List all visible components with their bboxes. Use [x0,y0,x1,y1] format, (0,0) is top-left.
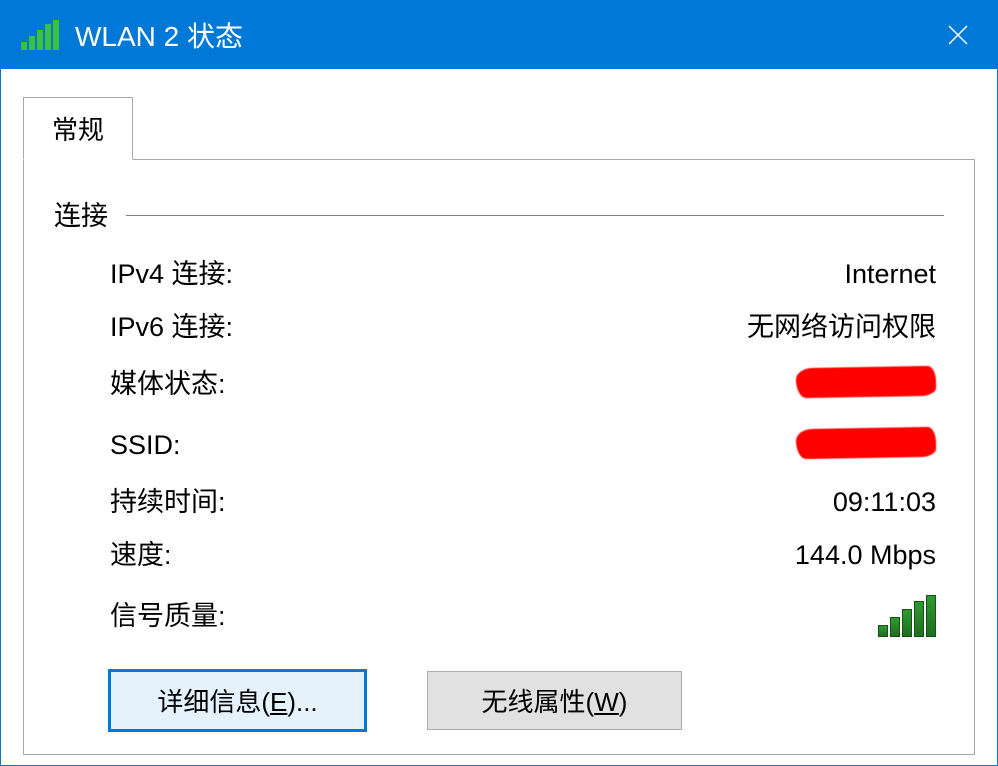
tab-area: 常规 连接 IPv4 连接: Internet IPv6 连接: 无网络访问权限 [23,97,975,755]
button-row: 详细信息(E)... 无线属性(W) [54,671,944,730]
row-ipv4: IPv4 连接: Internet [110,261,936,288]
label-ssid: SSID: [110,432,181,459]
details-button-hotkey: E [270,687,287,717]
label-media-state: 媒体状态: [110,371,226,398]
client-area: 常规 连接 IPv4 连接: Internet IPv6 连接: 无网络访问权限 [1,69,997,765]
tab-panel: 连接 IPv4 连接: Internet IPv6 连接: 无网络访问权限 媒体… [23,159,975,755]
groupbox-rule [126,215,944,216]
close-button[interactable] [935,12,981,58]
details-button-suffix: )... [287,687,317,717]
row-ipv6: IPv6 连接: 无网络访问权限 [110,314,936,341]
row-media-state: 媒体状态: [110,367,936,402]
value-ipv6: 无网络访问权限 [747,314,936,341]
close-icon [947,24,969,46]
row-ssid: SSID: [110,428,936,463]
value-duration: 09:11:03 [833,489,936,516]
connection-fields: IPv4 连接: Internet IPv6 连接: 无网络访问权限 媒体状态:… [54,261,944,663]
value-media-state [796,367,936,402]
titlebar: WLAN 2 状态 [1,1,997,69]
details-button[interactable]: 详细信息(E)... [110,671,365,730]
signal-bars-icon [878,595,936,637]
wifi-signal-icon [21,20,61,50]
wireless-properties-button[interactable]: 无线属性(W) [427,671,682,730]
row-duration: 持续时间: 09:11:03 [110,489,936,516]
value-signal-quality [878,595,936,637]
connection-group-label: 连接 [54,194,126,233]
value-ssid [796,428,936,463]
label-signal-quality: 信号质量: [110,603,226,630]
row-speed: 速度: 144.0 Mbps [110,542,936,569]
wireless-button-hotkey: W [594,687,619,717]
label-duration: 持续时间: [110,489,226,516]
value-ipv4: Internet [844,261,936,288]
connection-groupbox-header: 连接 [54,194,944,233]
tab-general[interactable]: 常规 [23,97,133,160]
wireless-button-prefix: 无线属性( [482,687,595,717]
value-speed: 144.0 Mbps [795,542,936,569]
label-ipv6: IPv6 连接: [110,314,233,341]
tab-general-label: 常规 [52,115,104,145]
row-signal-quality: 信号质量: [110,595,936,637]
window-title: WLAN 2 状态 [75,15,243,55]
label-ipv4: IPv4 连接: [110,261,233,288]
label-speed: 速度: [110,542,172,569]
wlan-status-window: WLAN 2 状态 常规 连接 IPv4 连接: Internet [0,0,998,766]
redacted-mark [796,427,937,459]
wireless-button-suffix: ) [619,687,628,717]
redacted-mark [796,366,937,398]
details-button-prefix: 详细信息( [157,687,270,717]
